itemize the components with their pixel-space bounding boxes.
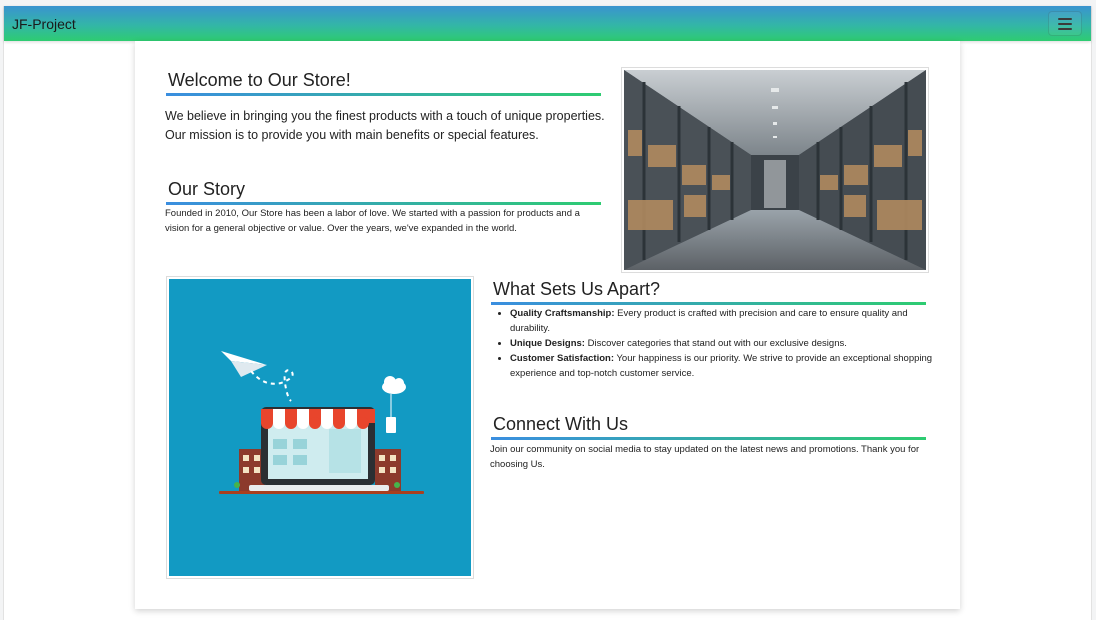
navbar: JF-Project: [4, 6, 1091, 41]
feature-title: Unique Designs:: [510, 338, 585, 349]
feature-text: Discover categories that stand out with …: [584, 338, 847, 349]
feature-title: Quality Craftsmanship:: [510, 308, 615, 319]
story-text: Founded in 2010, Our Store has been a la…: [165, 208, 580, 234]
story-heading: Our Story: [166, 178, 601, 205]
warehouse-image: [621, 67, 929, 273]
connect-heading: Connect With Us: [491, 413, 926, 440]
about-card: Welcome to Our Store! We believe in brin…: [135, 41, 960, 609]
warehouse-aisle-photo: [624, 70, 926, 270]
apart-list: Quality Craftsmanship: Every product is …: [490, 306, 950, 381]
list-item: Unique Designs: Discover categories that…: [510, 336, 950, 351]
welcome-heading: Welcome to Our Store!: [166, 69, 601, 96]
apart-heading: What Sets Us Apart?: [491, 278, 926, 305]
navbar-brand[interactable]: JF-Project: [12, 16, 76, 32]
list-item: Quality Craftsmanship: Every product is …: [510, 306, 950, 336]
storefront-image: [166, 276, 474, 579]
welcome-text: We believe in bringing you the finest pr…: [165, 109, 605, 142]
hamburger-menu-icon[interactable]: [1048, 11, 1082, 36]
laptop-storefront-illustration: [169, 279, 471, 576]
feature-title: Customer Satisfaction:: [510, 353, 614, 364]
list-item: Customer Satisfaction: Your happiness is…: [510, 351, 950, 381]
connect-text: Join our community on social media to st…: [490, 444, 920, 470]
